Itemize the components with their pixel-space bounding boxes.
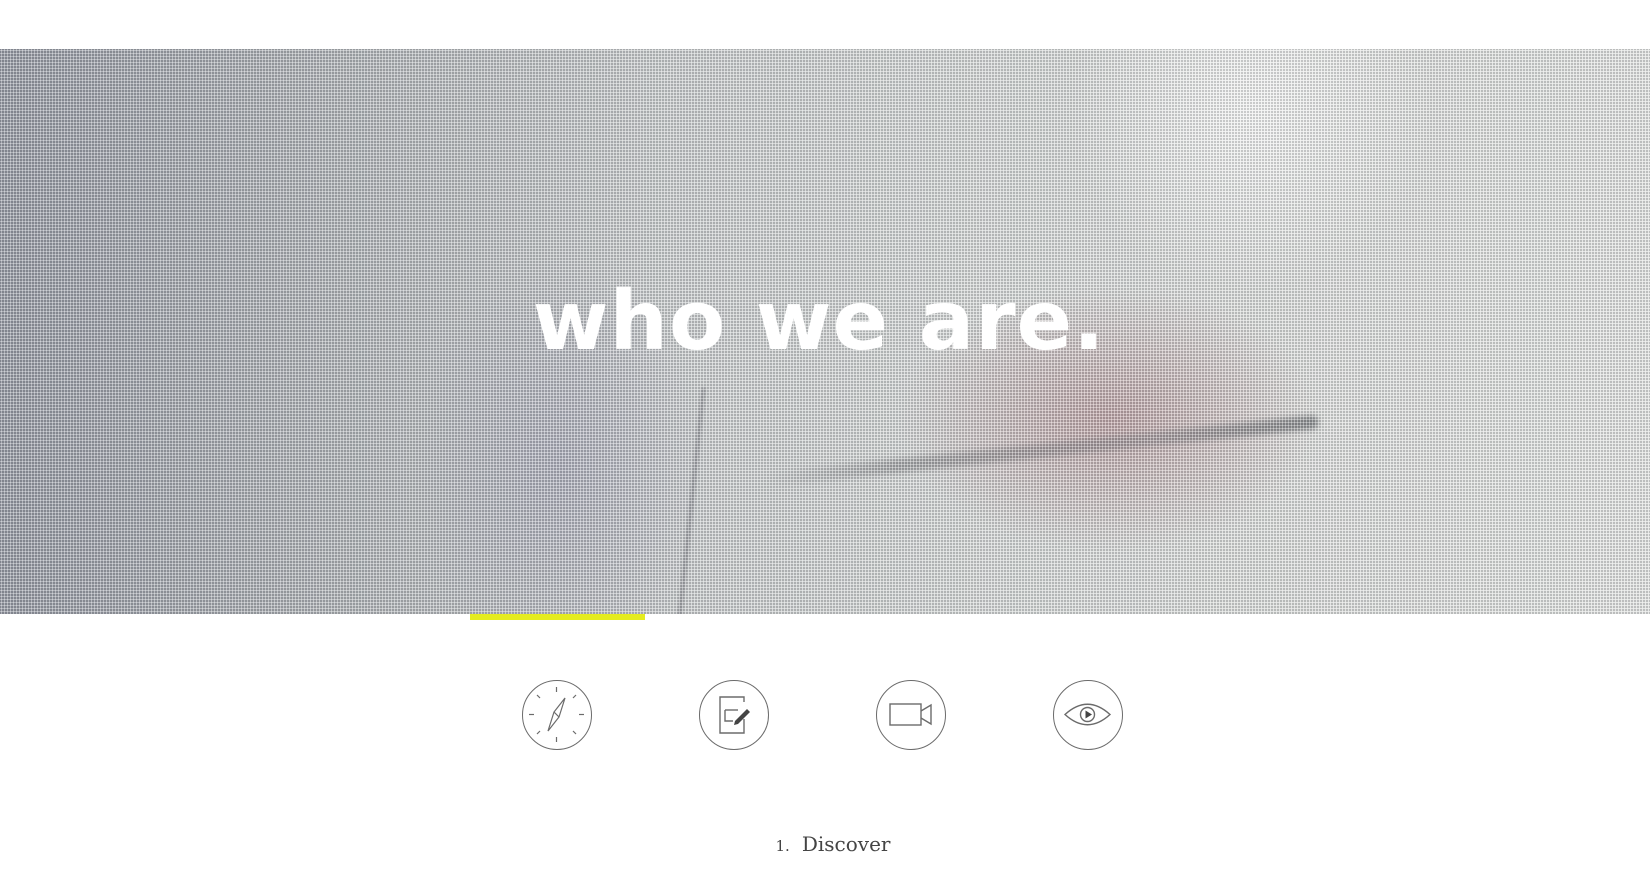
process-steps-nav [0,680,1650,752]
step-define-button[interactable] [699,680,769,750]
step-discover-button[interactable] [522,680,592,750]
hero-banner: who we are. [0,49,1650,614]
top-bar [0,0,1650,49]
edit-document-icon [719,696,750,734]
compass-icon [529,687,584,742]
step-develop-button[interactable] [876,680,946,750]
step-title: Discover [801,832,891,856]
video-camera-icon [889,703,932,726]
step-number: 1. [775,837,790,855]
active-tab-indicator [470,614,645,620]
active-step-label: 1. Discover [8,832,1650,856]
eye-icon [1063,703,1112,726]
hero-title: who we are. [532,274,1106,369]
step-deliver-button[interactable] [1053,680,1123,750]
